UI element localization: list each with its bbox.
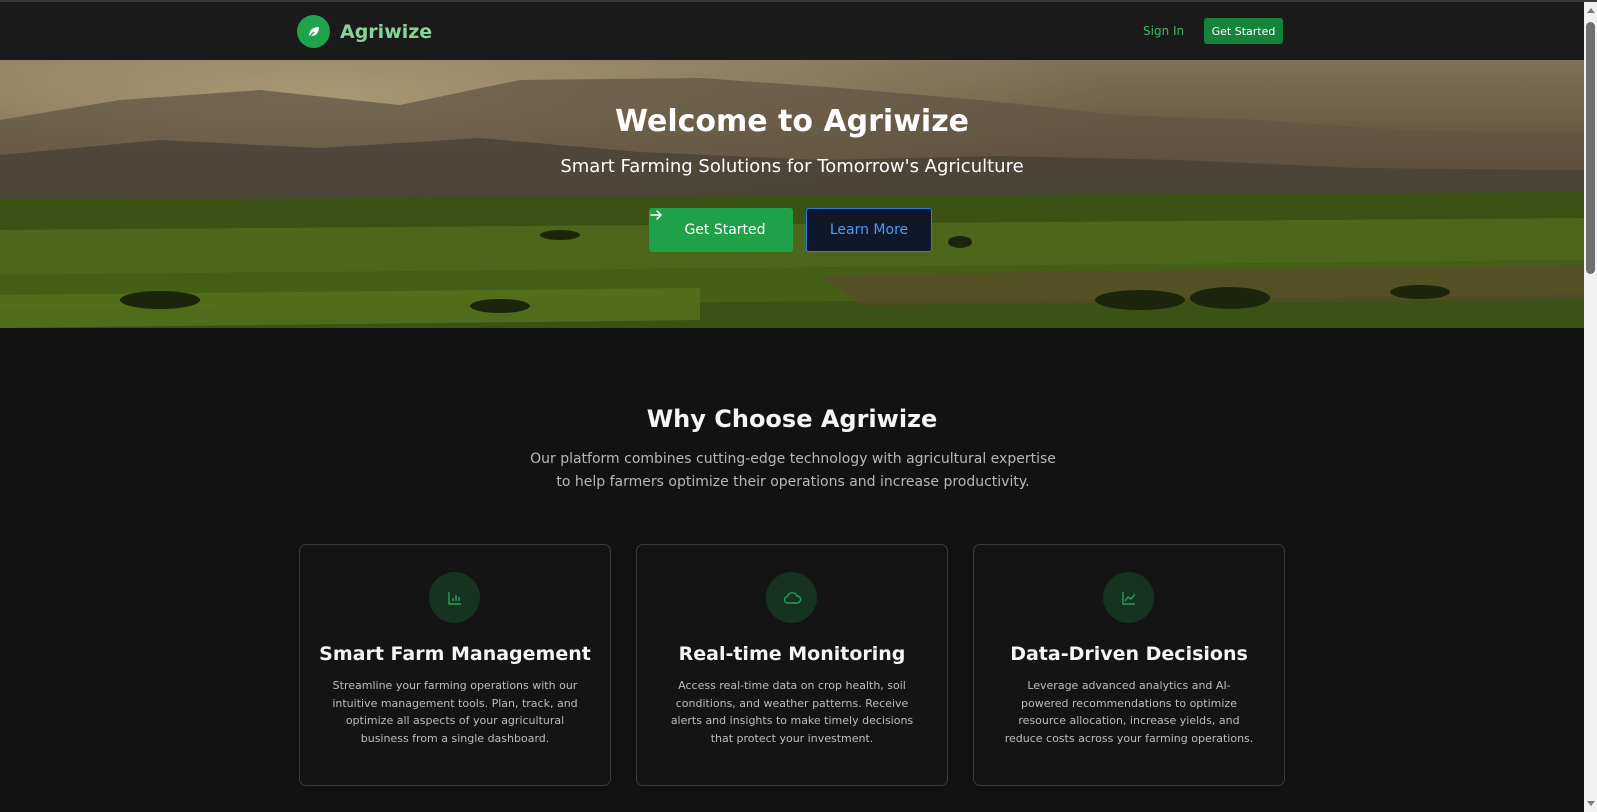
bar-chart-icon [429, 572, 480, 623]
scroll-down-arrow-icon[interactable] [1587, 801, 1595, 806]
scrollbar-thumb[interactable] [1586, 22, 1595, 274]
hero-section: Welcome to Agriwize Smart Farming Soluti… [0, 60, 1584, 328]
leaf-icon [297, 15, 330, 48]
hero-get-started-button[interactable]: Get Started [649, 208, 793, 252]
feature-card-data-driven-decisions: Data-Driven Decisions Leverage advanced … [973, 544, 1285, 786]
navbar: Agriwize Sign In Get Started [0, 2, 1584, 61]
hero-get-started-label: Get Started [684, 222, 766, 238]
features-description: Our platform combines cutting-edge techn… [530, 451, 1056, 490]
hero-overlay [0, 60, 1584, 328]
line-chart-icon [1103, 572, 1154, 623]
hero-title: Welcome to Agriwize [614, 104, 970, 139]
feature-card-title: Smart Farm Management [319, 643, 591, 665]
brand[interactable]: Agriwize [297, 15, 432, 48]
sign-in-link[interactable]: Sign In [1143, 24, 1184, 38]
features-title: Why Choose Agriwize [646, 405, 938, 433]
cloud-icon [766, 572, 817, 623]
feature-card-title: Data-Driven Decisions [1010, 643, 1248, 665]
vertical-scrollbar[interactable] [1584, 2, 1597, 812]
nav-get-started-button[interactable]: Get Started [1204, 18, 1283, 44]
learn-more-button[interactable]: Learn More [806, 208, 932, 252]
feature-card-title: Real-time Monitoring [678, 643, 906, 665]
hero-subtitle: Smart Farming Solutions for Tomorrow's A… [560, 156, 1024, 177]
scroll-up-arrow-icon[interactable] [1587, 8, 1595, 13]
feature-card-smart-farm-management: Smart Farm Management Streamline your fa… [299, 544, 611, 786]
brand-name: Agriwize [340, 20, 433, 43]
feature-card-real-time-monitoring: Real-time Monitoring Access real-time da… [636, 544, 948, 786]
feature-card-text: Streamline your farming operations with … [332, 679, 578, 745]
feature-card-text: Access real-time data on crop health, so… [670, 679, 914, 745]
feature-card-text: Leverage advanced analytics and AI-power… [1004, 679, 1254, 745]
